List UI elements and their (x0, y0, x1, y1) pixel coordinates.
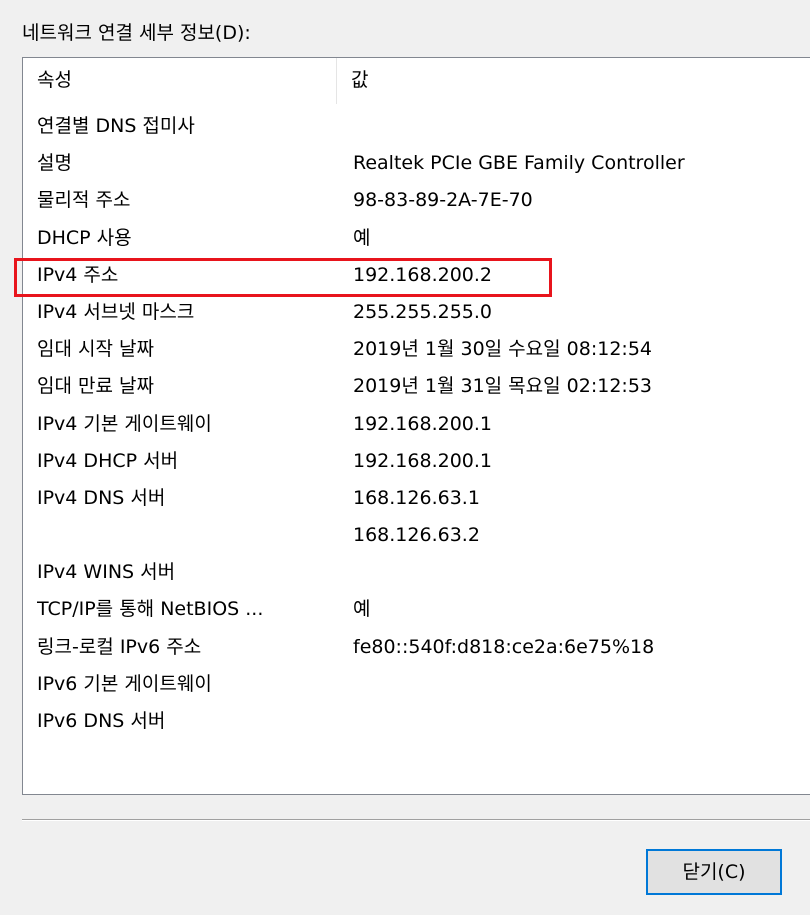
value-cell: Realtek PCIe GBE Family Controller (353, 152, 685, 175)
value-cell: 192.168.200.1 (353, 449, 493, 472)
column-header-value[interactable]: 값 (337, 58, 810, 104)
value-cell: 168.126.63.2 (353, 524, 480, 547)
value-cell: fe80::540f:d818:ce2a:6e75%18 (353, 635, 655, 658)
list-row[interactable]: IPv4 DHCP 서버 192.168.200.1 (23, 443, 810, 480)
value-cell: 255.255.255.0 (353, 300, 493, 323)
property-cell: 연결별 DNS 접미사 (37, 115, 195, 137)
value-cell: 2019년 1월 31일 목요일 02:12:53 (353, 375, 652, 398)
value-cell: 예 (353, 598, 371, 621)
property-cell: DHCP 사용 (37, 226, 132, 249)
list-row[interactable]: IPv6 기본 게이트웨이 (23, 666, 810, 703)
property-cell: IPv4 주소 (37, 263, 119, 286)
property-cell: IPv6 기본 게이트웨이 (37, 672, 212, 695)
property-cell: IPv4 서브넷 마스크 (37, 300, 195, 323)
property-cell: 임대 만료 날짜 (37, 375, 154, 398)
list-rows: 연결별 DNS 접미사 설명 Realtek PCIe GBE Family C… (23, 108, 810, 740)
details-list-view[interactable]: 속성 값 연결별 DNS 접미사 설명 Realtek PCIe GBE Fam… (22, 57, 810, 795)
value-cell: 98-83-89-2A-7E-70 (353, 189, 533, 212)
close-button[interactable]: 닫기(C) (646, 849, 782, 895)
column-header-property[interactable]: 속성 (23, 58, 337, 104)
list-row[interactable]: IPv4 DNS 서버 168.126.63.1 (23, 480, 810, 517)
list-row[interactable]: IPv6 DNS 서버 (23, 703, 810, 740)
value-cell: 2019년 1월 30일 수요일 08:12:54 (353, 338, 652, 361)
list-row-ipv4-address[interactable]: IPv4 주소 192.168.200.2 (23, 257, 810, 294)
property-cell: 물리적 주소 (37, 189, 131, 212)
property-cell: IPv6 DNS 서버 (37, 710, 166, 732)
list-row[interactable]: 연결별 DNS 접미사 (23, 108, 810, 145)
list-row[interactable]: 임대 만료 날짜 2019년 1월 31일 목요일 02:12:53 (23, 368, 810, 405)
list-row[interactable]: IPv4 WINS 서버 (23, 554, 810, 591)
list-row[interactable]: 설명 Realtek PCIe GBE Family Controller (23, 145, 810, 182)
list-row[interactable]: 임대 시작 날짜 2019년 1월 30일 수요일 08:12:54 (23, 331, 810, 368)
list-row[interactable]: 물리적 주소 98-83-89-2A-7E-70 (23, 182, 810, 219)
property-cell: IPv4 DHCP 서버 (37, 449, 179, 472)
property-cell: IPv4 기본 게이트웨이 (37, 412, 212, 435)
property-cell: IPv4 DNS 서버 (37, 486, 166, 509)
list-row[interactable]: 링크-로컬 IPv6 주소 fe80::540f:d818:ce2a:6e75%… (23, 629, 810, 666)
property-cell: 설명 (37, 152, 72, 175)
list-row[interactable]: TCP/IP를 통해 NetBIOS ... 예 (23, 591, 810, 628)
value-cell: 예 (353, 226, 371, 249)
value-cell: 192.168.200.1 (353, 412, 493, 435)
property-cell: TCP/IP를 통해 NetBIOS ... (37, 598, 264, 621)
value-cell: 168.126.63.1 (353, 486, 480, 509)
dialog-separator (22, 819, 810, 821)
list-row[interactable]: IPv4 서브넷 마스크 255.255.255.0 (23, 294, 810, 331)
property-cell: 임대 시작 날짜 (37, 338, 154, 361)
list-row[interactable]: 168.126.63.2 (23, 517, 810, 554)
property-cell: IPv4 WINS 서버 (37, 561, 176, 584)
list-row[interactable]: DHCP 사용 예 (23, 220, 810, 257)
value-cell: 192.168.200.2 (353, 263, 493, 286)
property-cell: 링크-로컬 IPv6 주소 (37, 635, 202, 658)
list-header: 속성 값 (23, 58, 810, 104)
list-row[interactable]: IPv4 기본 게이트웨이 192.168.200.1 (23, 406, 810, 443)
details-group-label: 네트워크 연결 세부 정보(D): (22, 22, 251, 44)
